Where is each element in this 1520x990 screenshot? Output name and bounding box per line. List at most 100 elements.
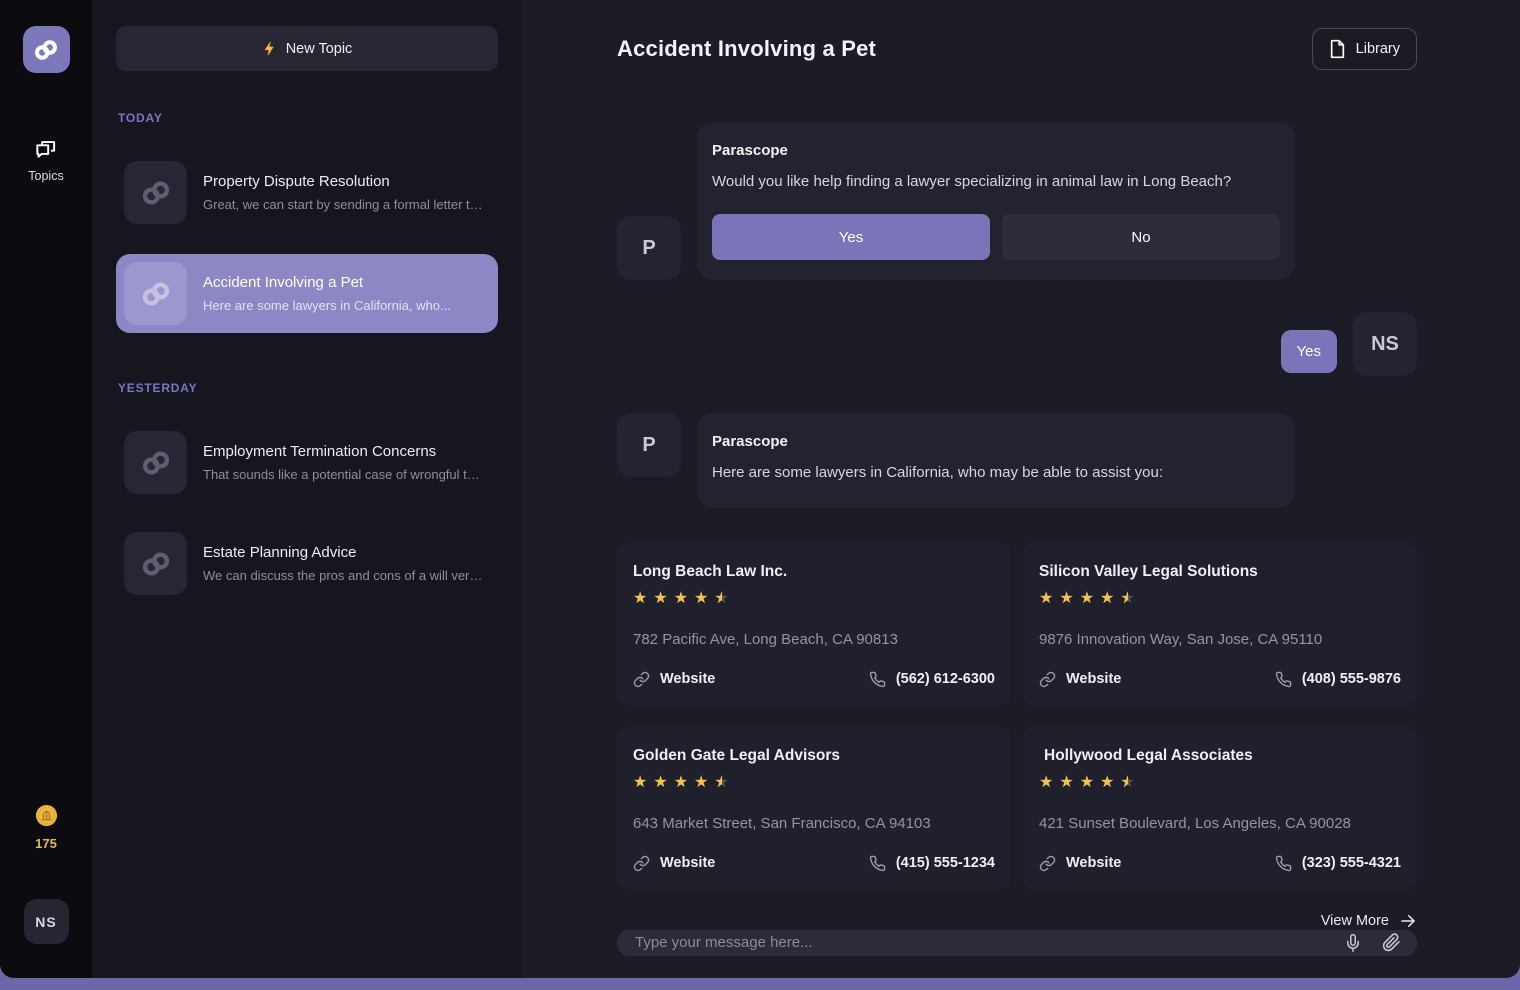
lawyer-card-silicon-valley[interactable]: Silicon Valley Legal Solutions ★★★★★★★★★… [1023, 542, 1417, 706]
user-avatar-initials: NS [35, 914, 56, 930]
paperclip-icon[interactable] [1382, 933, 1401, 952]
phone-icon [869, 855, 886, 872]
card-footer: Website (408) 555-9876 [1039, 671, 1401, 688]
website-link[interactable]: Website [633, 855, 715, 872]
phone-link[interactable]: (562) 612-6300 [869, 671, 995, 688]
website-label: Website [1066, 671, 1121, 687]
card-footer: Website (415) 555-1234 [633, 855, 995, 872]
star-rating: ★★★★★★★★★★ [633, 591, 995, 607]
sidebar-item-employment-termination[interactable]: Employment Termination Concerns That sou… [116, 423, 498, 502]
phone-number: (408) 555-9876 [1302, 671, 1401, 687]
phone-link[interactable]: (323) 555-4321 [1275, 855, 1401, 872]
app-window: Topics 175 NS [0, 0, 1520, 978]
topic-preview: That sounds like a potential case of wro… [203, 467, 485, 482]
parascope-logo-icon[interactable] [23, 26, 70, 73]
user-message-row: Yes NS [617, 312, 1417, 376]
no-button[interactable]: No [1002, 214, 1280, 260]
sidebar-item-accident-pet[interactable]: Accident Involving a Pet Here are some l… [116, 254, 498, 333]
topics-chat-bubbles-icon [33, 135, 59, 161]
lawyer-address: 643 Market Street, San Francisco, CA 941… [633, 815, 995, 832]
topic-thumbnail-logo-icon [124, 161, 187, 224]
website-link[interactable]: Website [633, 671, 715, 688]
topic-preview: Here are some lawyers in California, who… [203, 298, 451, 313]
user-message-bubble: Yes [1281, 330, 1337, 373]
lawyer-card-golden-gate[interactable]: Golden Gate Legal Advisors ★★★★★★★★★★ 64… [617, 726, 1011, 890]
library-button-label: Library [1356, 41, 1400, 57]
topic-thumbnail-logo-icon [124, 431, 187, 494]
credits-display[interactable]: 175 [35, 804, 58, 851]
view-more-link[interactable]: View More [1321, 912, 1417, 930]
star-rating: ★★★★★★★★★★ [1039, 775, 1401, 791]
bot-name: Parascope [712, 142, 1280, 159]
phone-link[interactable]: (415) 555-1234 [869, 855, 995, 872]
star-rating: ★★★★★★★★★★ [1039, 591, 1401, 607]
card-footer: Website (562) 612-6300 [633, 671, 995, 688]
user-avatar-initials: NS [1371, 333, 1399, 356]
library-button[interactable]: Library [1312, 28, 1417, 70]
topic-title: Accident Involving a Pet [203, 274, 451, 291]
document-icon [1329, 39, 1346, 59]
bottom-accent-bar [0, 978, 1520, 990]
bot-message-row: P Parascope Would you like help finding … [617, 122, 1417, 280]
credits-count: 175 [35, 836, 57, 851]
lightning-bolt-icon [262, 40, 277, 57]
message-input[interactable] [635, 934, 1324, 951]
choice-buttons: Yes No [712, 214, 1280, 260]
lawyer-address: 9876 Innovation Way, San Jose, CA 95110 [1039, 631, 1401, 648]
lawyer-cards-grid: Long Beach Law Inc. ★★★★★★★★★★ 782 Pacif… [617, 542, 1417, 890]
main-header: Accident Involving a Pet Library [617, 28, 1417, 70]
topic-preview: We can discuss the pros and cons of a wi… [203, 568, 485, 583]
new-topic-label: New Topic [286, 41, 353, 57]
yes-button[interactable]: Yes [712, 214, 990, 260]
topic-title: Property Dispute Resolution [203, 173, 485, 190]
phone-icon [869, 671, 886, 688]
phone-number: (323) 555-4321 [1302, 855, 1401, 871]
topic-title: Estate Planning Advice [203, 544, 485, 561]
phone-icon [1275, 855, 1292, 872]
link-icon [1039, 855, 1056, 872]
topic-title: Employment Termination Concerns [203, 443, 485, 460]
user-avatar[interactable]: NS [24, 899, 69, 944]
bot-message-bubble: Parascope Would you like help finding a … [697, 122, 1295, 280]
view-more-label: View More [1321, 913, 1389, 929]
message-composer [617, 930, 1417, 957]
arrow-right-icon [1399, 912, 1417, 930]
website-label: Website [660, 671, 715, 687]
phone-icon [1275, 671, 1292, 688]
lawyer-address: 782 Pacific Ave, Long Beach, CA 90813 [633, 631, 995, 648]
website-link[interactable]: Website [1039, 671, 1121, 688]
left-rail: Topics 175 NS [0, 0, 92, 978]
bot-name: Parascope [712, 433, 1280, 450]
lawyer-name: Long Beach Law Inc. [633, 563, 995, 581]
phone-link[interactable]: (408) 555-9876 [1275, 671, 1401, 688]
lawyer-name: Silicon Valley Legal Solutions [1039, 563, 1401, 581]
lawyer-card-hollywood[interactable]: Hollywood Legal Associates ★★★★★★★★★★ 42… [1023, 726, 1417, 890]
microphone-icon[interactable] [1344, 933, 1362, 953]
phone-number: (562) 612-6300 [896, 671, 995, 687]
chat-main: Accident Involving a Pet Library P Para [522, 0, 1520, 978]
bot-avatar-letter: P [642, 434, 655, 457]
page-title: Accident Involving a Pet [617, 36, 876, 62]
sidebar-item-property-dispute[interactable]: Property Dispute Resolution Great, we ca… [116, 153, 498, 232]
new-topic-button[interactable]: New Topic [116, 26, 498, 71]
bot-message-text: Here are some lawyers in California, who… [712, 463, 1280, 483]
website-label: Website [660, 855, 715, 871]
bot-message-text: Would you like help finding a lawyer spe… [712, 172, 1280, 192]
lawyer-card-long-beach[interactable]: Long Beach Law Inc. ★★★★★★★★★★ 782 Pacif… [617, 542, 1011, 706]
topics-label: Topics [28, 169, 63, 183]
topics-sidebar: New Topic TODAY Property Dispute Resolut… [92, 0, 522, 978]
star-rating: ★★★★★★★★★★ [633, 775, 995, 791]
lawyer-name: Golden Gate Legal Advisors [633, 747, 995, 765]
sidebar-item-estate-planning[interactable]: Estate Planning Advice We can discuss th… [116, 524, 498, 603]
coin-icon [35, 804, 58, 827]
card-footer: Website (323) 555-4321 [1039, 855, 1401, 872]
bot-message-bubble: Parascope Here are some lawyers in Calif… [697, 413, 1295, 507]
link-icon [1039, 671, 1056, 688]
sidebar-item-topics[interactable]: Topics [28, 135, 63, 183]
lawyer-address: 421 Sunset Boulevard, Los Angeles, CA 90… [1039, 815, 1401, 832]
user-avatar: NS [1353, 312, 1417, 376]
website-label: Website [1066, 855, 1121, 871]
bot-message-row: P Parascope Here are some lawyers in Cal… [617, 413, 1417, 507]
website-link[interactable]: Website [1039, 855, 1121, 872]
lawyer-name: Hollywood Legal Associates [1039, 747, 1401, 765]
